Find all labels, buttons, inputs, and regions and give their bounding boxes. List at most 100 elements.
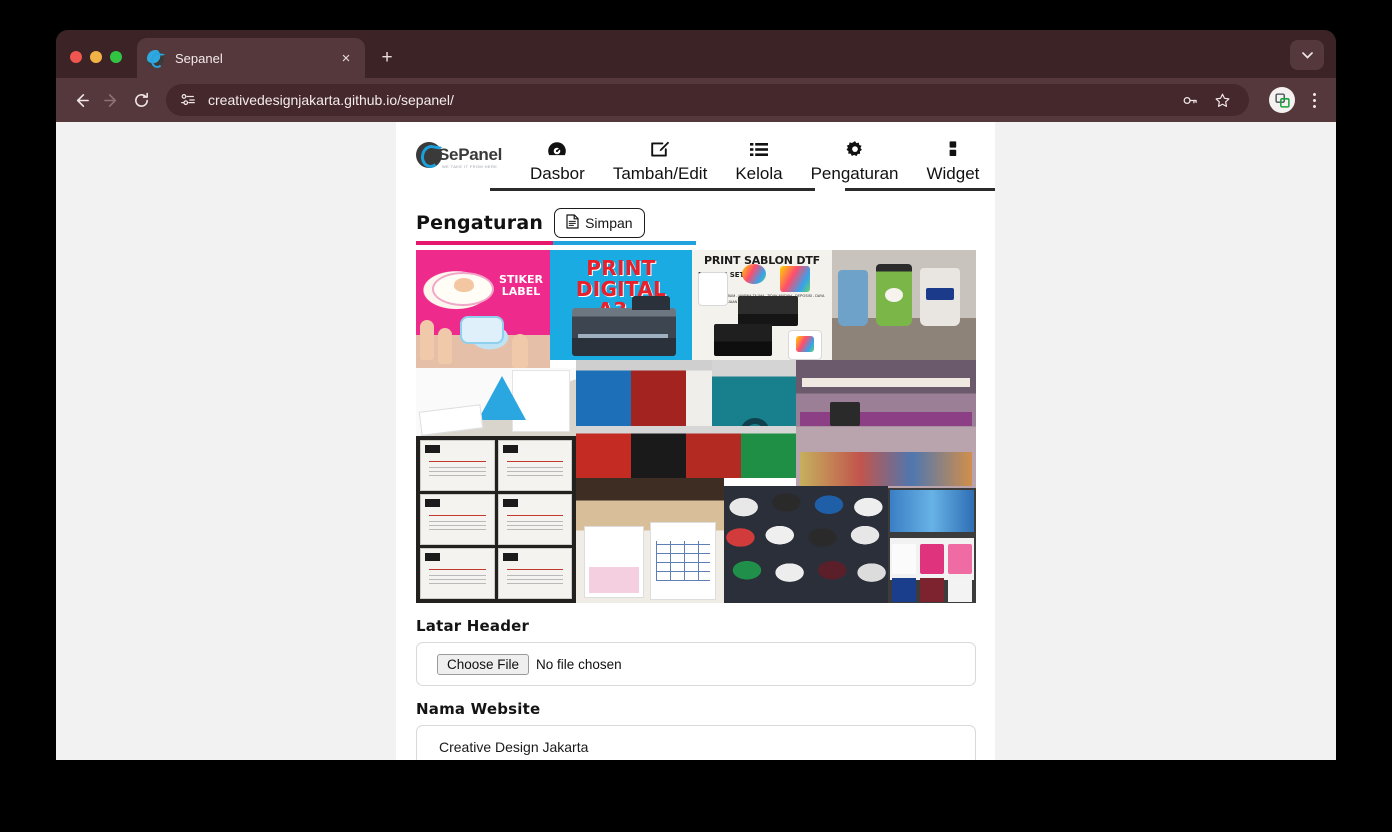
- minimize-window-button[interactable]: [90, 51, 102, 63]
- tshirt-shape: [631, 426, 686, 478]
- maximize-window-button[interactable]: [110, 51, 122, 63]
- tab-strip: Sepanel × +: [56, 30, 1336, 78]
- business-cards-photo: [416, 436, 576, 603]
- printer-rail: [800, 412, 972, 426]
- dtf-sablon-photo: PRINT SABLON DTF BISA DI SETRIKA - KUALI…: [692, 250, 832, 367]
- shirt-shape: [698, 272, 728, 306]
- chevron-down-icon[interactable]: [1290, 40, 1324, 70]
- browser-tab[interactable]: Sepanel ×: [137, 38, 365, 78]
- page-viewport: SePanel WE TAKE IT FROM HERE Dasbor Tamb…: [56, 122, 1336, 760]
- widgets-icon: [926, 140, 979, 162]
- business-card: [420, 440, 495, 491]
- business-card: [497, 548, 572, 599]
- nav-label: Tambah/Edit: [612, 164, 708, 183]
- business-card: [497, 440, 572, 491]
- save-button-label: Simpan: [585, 215, 633, 231]
- tshirt-shape: [576, 360, 631, 426]
- tshirt-shape: [631, 360, 686, 426]
- nama-website-input[interactable]: [437, 738, 955, 756]
- tab-title: Sepanel: [175, 50, 223, 66]
- print-digital-photo: PRINT DIGITAL A3+: [550, 250, 692, 360]
- tumbler-shape: [838, 270, 868, 326]
- nav-label: Kelola: [735, 164, 783, 183]
- nav-item-dasbor[interactable]: Dasbor: [516, 122, 599, 184]
- edit-icon: [613, 140, 708, 162]
- accent-divider: [416, 241, 696, 245]
- gear-icon: [811, 140, 899, 162]
- reload-button[interactable]: [126, 85, 156, 115]
- tile-caption: STIKER LABEL: [498, 273, 544, 298]
- invoice-copy: [584, 526, 644, 598]
- nav-label: Widget: [926, 164, 980, 183]
- invoice-copy: [650, 522, 716, 600]
- nav-items: Dasbor Tambah/Edit Kelola Pengaturan Wid…: [516, 122, 993, 184]
- print-artwork: [742, 264, 766, 284]
- window-controls: [70, 51, 122, 63]
- envelope-stationery-photo: [416, 368, 576, 436]
- finger-shape: [438, 328, 452, 364]
- printed-mug: [920, 578, 944, 602]
- brand-kamu-badge: [460, 316, 504, 344]
- tumbler-shape: [920, 268, 960, 326]
- printer-head: [830, 402, 860, 426]
- nav-item-tambah-edit[interactable]: Tambah/Edit: [599, 122, 722, 184]
- permissions-icon[interactable]: [178, 90, 198, 110]
- save-file-icon: [566, 214, 579, 232]
- address-bar[interactable]: creativedesignjakarta.github.io/sepanel/: [166, 84, 1249, 116]
- extension-icon[interactable]: [1269, 87, 1295, 113]
- tshirt-row2-photo: [576, 426, 796, 478]
- omnibox-actions: [1175, 85, 1237, 115]
- nav-item-kelola[interactable]: Kelola: [721, 122, 796, 184]
- nav-active-underline: [490, 188, 815, 191]
- tumbler-shape: [876, 264, 912, 326]
- nav-item-pengaturan[interactable]: Pengaturan: [797, 122, 913, 184]
- nav-underline-secondary: [845, 188, 995, 191]
- file-field-latar-header[interactable]: Choose File No file chosen: [416, 642, 976, 686]
- back-button[interactable]: [66, 85, 96, 115]
- dashboard-icon: [530, 140, 585, 162]
- dtf-printer-shape: [738, 296, 798, 326]
- print-artwork: [796, 336, 814, 352]
- key-icon[interactable]: [1175, 85, 1205, 115]
- printed-banner: [800, 452, 972, 486]
- save-button[interactable]: Simpan: [554, 208, 645, 238]
- tshirt-shape: [741, 426, 796, 478]
- kebab-menu-icon[interactable]: [1302, 85, 1326, 115]
- section-header: Pengaturan Simpan: [416, 192, 975, 238]
- new-tab-button[interactable]: +: [374, 46, 400, 72]
- printed-mug: [948, 578, 972, 602]
- mug-shelf: [890, 490, 974, 532]
- nav-item-widget[interactable]: Widget: [912, 122, 993, 184]
- field-label-latar-header: Latar Header: [416, 617, 530, 635]
- choose-file-button[interactable]: Choose File: [437, 653, 530, 675]
- field-label-nama-website: Nama Website: [416, 700, 541, 718]
- pyramid-shape: [478, 376, 526, 420]
- tshirt-shape: [686, 426, 741, 478]
- tile-caption: PRINT SABLON DTF: [704, 254, 820, 267]
- forward-button[interactable]: [96, 85, 126, 115]
- nav-label: Pengaturan: [810, 164, 899, 183]
- file-input-row[interactable]: Choose File No file chosen: [437, 653, 622, 675]
- invoice-grid: [656, 541, 710, 581]
- print-artwork: [780, 266, 810, 292]
- dtf-printer-shape: [714, 324, 772, 356]
- list-icon: [735, 140, 782, 162]
- finger-shape: [420, 320, 434, 360]
- printed-mugs-photo: [888, 488, 976, 603]
- file-status-text: No file chosen: [536, 656, 622, 672]
- invoice-forms-photo: [576, 478, 724, 603]
- finger-shape: [512, 334, 528, 368]
- close-tab-icon[interactable]: ×: [337, 51, 355, 66]
- brand-logo[interactable]: SePanel WE TAKE IT FROM HERE: [416, 140, 502, 176]
- page-content: Pengaturan Simpan STIKER LABEL PRINT DIG…: [396, 192, 995, 760]
- close-window-button[interactable]: [70, 51, 82, 63]
- browser-toolbar: creativedesignjakarta.github.io/sepanel/: [56, 78, 1336, 122]
- sticker-label-photo: STIKER LABEL: [416, 250, 550, 368]
- business-card: [420, 548, 495, 599]
- text-field-nama-website[interactable]: [416, 725, 976, 760]
- brand-tagline: WE TAKE IT FROM HERE: [442, 164, 498, 169]
- star-icon[interactable]: [1207, 85, 1237, 115]
- custom-caps-photo: [724, 486, 888, 603]
- site-navigation: SePanel WE TAKE IT FROM HERE Dasbor Tamb…: [396, 122, 995, 192]
- business-card: [497, 494, 572, 545]
